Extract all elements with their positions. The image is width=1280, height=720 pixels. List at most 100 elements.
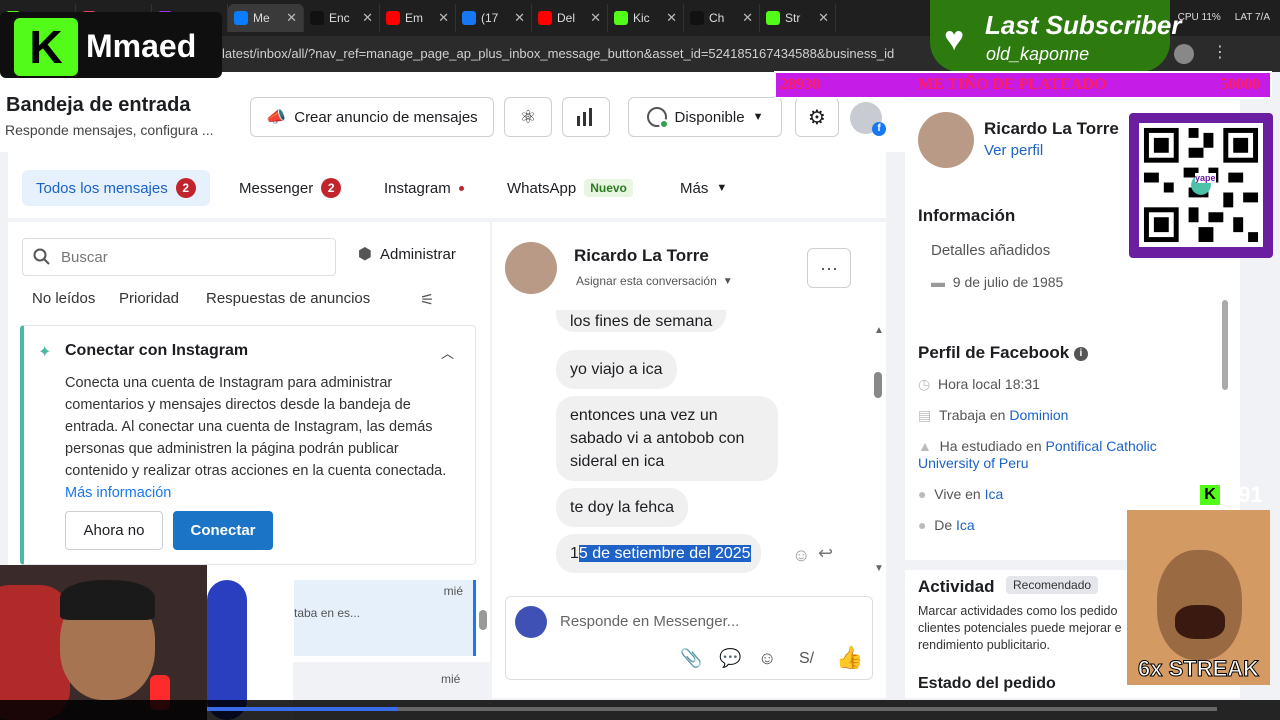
work-row: ▤ Trabaja en Dominion — [918, 407, 1068, 424]
ellipsis-icon: ··· — [820, 257, 838, 278]
details-scrollbar[interactable] — [1222, 300, 1228, 390]
sliders-icon[interactable]: ⚟ — [420, 290, 434, 310]
message-bubble: los fines de semana — [556, 310, 727, 332]
cake-icon: ▬ — [931, 274, 945, 290]
filter-unread[interactable]: No leídos — [32, 290, 95, 307]
not-now-button[interactable]: Ahora no — [65, 511, 163, 550]
birthday-text: 9 de julio de 1985 — [952, 274, 1064, 290]
tab-all-messages[interactable]: Todos los mensajes 2 — [22, 170, 210, 206]
reply-icon[interactable]: ↩ — [818, 543, 833, 564]
info-icon[interactable]: i — [1073, 346, 1088, 361]
contact-avatar[interactable] — [505, 242, 557, 294]
recommended-badge: Recomendado — [1006, 576, 1099, 594]
assign-label: Asignar esta conversación — [576, 274, 717, 288]
close-tab-icon[interactable]: ✕ — [818, 10, 829, 26]
emoji-icon[interactable]: ☺ — [758, 648, 776, 669]
streak-label: 6x STREAK — [1137, 656, 1260, 682]
browser-tab[interactable]: Me ✕ — [228, 4, 304, 32]
composer-placeholder[interactable]: Responde en Messenger... — [560, 613, 739, 630]
browser-tab[interactable]: Del ✕ — [532, 4, 608, 32]
browser-tab[interactable]: Enc ✕ — [304, 4, 380, 32]
from-link[interactable]: Ica — [956, 517, 975, 533]
url-text[interactable]: latest/inbox/all/?nav_ref=manage_page_ap… — [222, 46, 894, 61]
atom-icon: ⚛ — [519, 106, 537, 127]
briefcase-icon: ▤ — [918, 407, 932, 423]
viewer-count-value: 291 — [1226, 482, 1263, 507]
browser-tab[interactable]: Kic ✕ — [608, 4, 684, 32]
learn-more-link[interactable]: Más información — [65, 485, 171, 501]
chat-contact-name[interactable]: Ricardo La Torre — [574, 246, 709, 266]
last-subscriber-name: old_kaponne — [986, 44, 1090, 64]
kick-small-icon: K — [1200, 485, 1220, 505]
conversation-list-item[interactable]: taba en es... mié — [294, 580, 476, 656]
more-options-button[interactable]: ··· — [807, 248, 851, 288]
filter-priority[interactable]: Prioridad — [119, 290, 179, 307]
browser-tab-label: Enc — [329, 11, 350, 25]
tab-whatsapp[interactable]: WhatsApp Nuevo — [493, 170, 647, 206]
tab-label: Más — [680, 179, 709, 197]
caret-down-icon: ▼ — [722, 275, 733, 287]
local-time-text: Hora local 18:31 — [938, 376, 1040, 392]
tab-more[interactable]: Más ▼ — [666, 170, 741, 206]
clock-icon: ◷ — [918, 376, 931, 392]
youtube-icon — [538, 11, 552, 25]
react-icon[interactable]: ☺ — [792, 545, 810, 566]
work-link[interactable]: Dominion — [1009, 407, 1068, 423]
lives-link[interactable]: Ica — [985, 486, 1004, 502]
browser-tab[interactable]: Ch ✕ — [684, 4, 760, 32]
connect-button[interactable]: Conectar — [173, 511, 273, 550]
message-text: entonces una vez un sabado vi a antobob … — [570, 407, 745, 470]
goal-target: 50000 — [1220, 76, 1260, 93]
webcam-background — [207, 565, 293, 720]
close-tab-icon[interactable]: ✕ — [666, 10, 677, 26]
message-text: te doy la fehca — [570, 499, 675, 516]
close-tab-icon[interactable]: ✕ — [286, 10, 297, 26]
browser-tab[interactable]: Em ✕ — [380, 4, 456, 32]
search-input[interactable]: Buscar — [22, 238, 336, 276]
browser-tab[interactable]: (17 ✕ — [456, 4, 532, 32]
profile-avatar — [918, 112, 974, 168]
settings-button[interactable]: ⚙ — [795, 97, 839, 137]
scroll-up-icon[interactable]: ▲ — [874, 325, 884, 336]
filter-ad-replies[interactable]: Respuestas de anuncios — [206, 290, 370, 307]
page-avatar[interactable]: f — [850, 102, 886, 136]
tab-instagram[interactable]: Instagram — [370, 170, 478, 206]
scroll-down-icon[interactable]: ▼ — [874, 563, 884, 574]
signature-icon[interactable]: S/ — [799, 650, 814, 668]
close-tab-icon[interactable]: ✕ — [362, 10, 373, 26]
study-row: ▲ Ha estudiado en Pontifical Catholic Un… — [918, 438, 1168, 472]
manage-button[interactable]: ⬢ Administrar — [358, 244, 456, 264]
browser-menu-icon[interactable]: ⋮ — [1212, 42, 1228, 62]
x-icon — [690, 11, 704, 25]
thumbs-up-icon[interactable]: 👍 — [836, 645, 863, 671]
ig-card-body: Conecta una cuenta de Instagram para adm… — [65, 372, 465, 504]
tab-messenger[interactable]: Messenger 2 — [225, 170, 355, 206]
bar-chart-icon — [577, 108, 592, 126]
view-profile-link[interactable]: Ver perfil — [984, 142, 1043, 159]
list-scrollbar[interactable] — [479, 610, 487, 630]
saved-replies-icon[interactable]: 💬 — [719, 648, 741, 669]
close-tab-icon[interactable]: ✕ — [438, 10, 449, 26]
chat-scrollbar[interactable] — [874, 372, 882, 398]
insights-button[interactable] — [562, 97, 610, 137]
heart-icon: ♥ — [944, 20, 965, 58]
close-tab-icon[interactable]: ✕ — [514, 10, 525, 26]
availability-dropdown[interactable]: Disponible ▼ — [628, 97, 782, 137]
collapse-icon[interactable]: ︿ — [441, 343, 454, 362]
close-tab-icon[interactable]: ✕ — [742, 10, 753, 26]
ig-card-text: Conecta una cuenta de Instagram para adm… — [65, 375, 447, 479]
streamer-hair — [60, 580, 155, 620]
kick-icon — [614, 11, 628, 25]
close-tab-icon[interactable]: ✕ — [590, 10, 601, 26]
browser-tab[interactable]: Str ✕ — [760, 4, 836, 32]
assign-conversation-dropdown[interactable]: Asignar esta conversación ▼ — [576, 274, 733, 288]
message-text: los fines de semana — [570, 313, 713, 330]
system-stats: CPU 11% LAT 7/A — [1178, 12, 1270, 23]
home-icon: ● — [918, 486, 927, 502]
attachment-icon[interactable]: 📎 — [680, 648, 702, 669]
message-bubble-selected: 15 de setiembre del 2025 — [556, 534, 761, 573]
facebook-profile-heading: Perfil de Facebook i — [918, 343, 1088, 363]
browser-profile-avatar[interactable] — [1174, 44, 1194, 64]
atom-button[interactable]: ⚛ — [504, 97, 552, 137]
create-ad-button[interactable]: 📣 Crear anuncio de mensajes — [250, 97, 494, 137]
